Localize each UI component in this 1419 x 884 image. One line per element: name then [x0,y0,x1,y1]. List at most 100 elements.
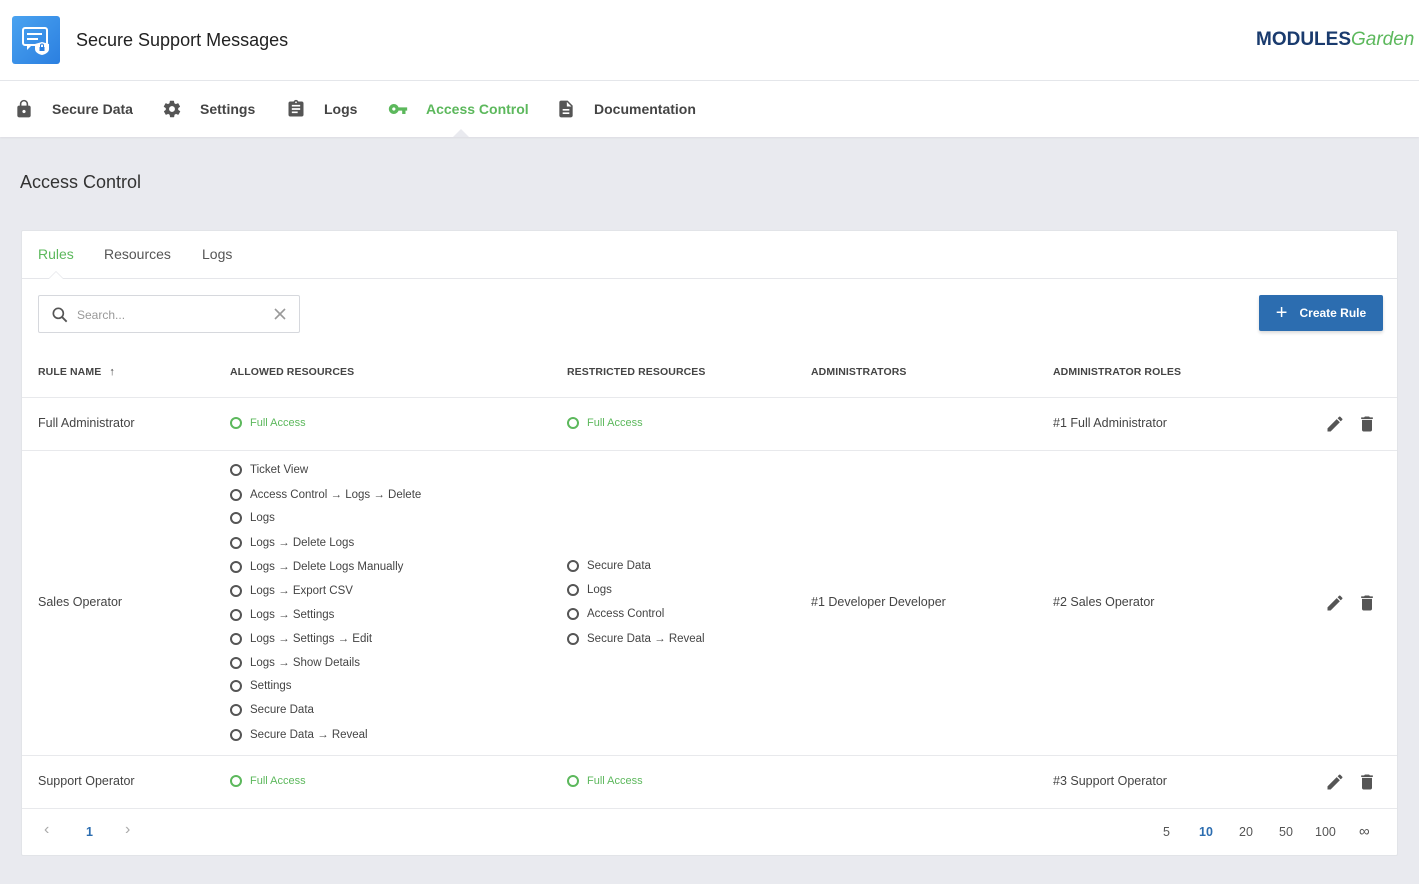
rule-name: Support Operator [38,774,135,788]
administrator-role: #2 Sales Operator [1053,595,1155,609]
page-size-option[interactable]: ∞ [1359,823,1370,840]
allowed-resource: Logs → Settings [230,609,334,621]
nav-label: Secure Data [52,101,133,117]
resource-status-icon [230,464,242,476]
resource-label: Full Access [587,775,643,787]
pencil-icon [1327,416,1343,432]
allowed-resource: Access Control → Logs → Delete [230,489,421,501]
main-nav: Secure Data Settings Logs Access Control… [0,81,1419,137]
administrator-role: #3 Support Operator [1053,774,1167,788]
clear-search-icon[interactable] [273,307,287,321]
allowed-resource: Logs → Export CSV [230,585,353,597]
lock-icon [17,99,31,118]
restricted-resource: Full Access [567,775,643,787]
plus-icon: + [1275,302,1288,324]
document-icon [559,100,573,118]
allowed-resource: Secure Data → Reveal [230,729,368,741]
edit-rule-button[interactable] [1325,772,1345,792]
resource-label: Full Access [250,775,306,787]
active-tab-indicator [48,271,64,279]
resource-label: Secure Data [250,704,314,716]
allowed-resource: Full Access [230,775,306,787]
allowed-resource: Logs [230,512,275,524]
row-divider [22,808,1397,809]
resource-label: Access Control [587,608,665,620]
restricted-resource: Secure Data [567,560,651,572]
tab-rules[interactable]: Rules [38,246,74,262]
search-box [38,295,300,333]
edit-rule-button[interactable] [1325,593,1345,613]
allowed-resource: Ticket View [230,464,308,476]
resource-status-icon [230,561,242,573]
resource-status-icon [567,560,579,572]
page-size-option[interactable]: 100 [1315,825,1336,839]
nav-logs[interactable]: Logs [286,81,357,137]
resource-label: Full Access [250,417,306,429]
search-icon [52,307,68,323]
resource-label: Secure Data → Reveal [587,633,705,645]
administrator: #1 Developer Developer [811,595,946,609]
prev-page-icon[interactable]: ‹ [44,821,49,839]
tab-resources[interactable]: Resources [104,246,171,262]
logo-part-garden: Garden [1351,29,1415,50]
allowed-resource: Full Access [230,417,306,429]
header-rule-name[interactable]: RULE NAME ↑ [38,366,115,378]
tab-logs[interactable]: Logs [202,246,232,262]
allowed-resource: Settings [230,680,292,692]
resource-label: Logs → Settings [250,609,335,621]
delete-rule-button[interactable] [1357,593,1377,613]
resource-status-icon [567,633,579,645]
page-size-option[interactable]: 50 [1279,825,1293,839]
top-bar: Secure Support Messages MODULESGarden [0,0,1419,81]
header-allowed-resources: ALLOWED RESOURCES [230,366,355,378]
page-number[interactable]: 1 [86,825,93,839]
resource-label: Logs [587,584,612,596]
restricted-resource: Logs [567,584,612,596]
trash-icon [1361,595,1373,611]
sort-arrow-icon: ↑ [109,366,115,378]
allowed-resource: Logs → Delete Logs [230,537,354,549]
resource-status-icon [230,729,242,741]
resource-label: Ticket View [250,464,309,476]
resource-status-icon [567,775,579,787]
trash-icon [1361,774,1373,790]
nav-settings[interactable]: Settings [162,81,255,137]
nav-label: Access Control [426,101,529,117]
resource-status-icon [567,608,579,620]
pencil-icon [1327,774,1343,790]
resource-label: Logs → Delete Logs [250,537,355,549]
page-size-option[interactable]: 10 [1199,825,1213,839]
delete-rule-button[interactable] [1357,414,1377,434]
header-restricted-resources: RESTRICTED RESOURCES [567,366,706,378]
resource-status-icon [230,609,242,621]
resource-label: Logs → Export CSV [250,585,353,597]
resource-label: Secure Data → Reveal [250,729,368,741]
nav-secure-data[interactable]: Secure Data [14,81,133,137]
tab-bar: Rules Resources Logs [22,231,1397,279]
nav-label: Documentation [594,101,696,117]
next-page-icon[interactable]: › [125,821,130,839]
allowed-resource: Logs → Settings → Edit [230,633,372,645]
rule-name: Full Administrator [38,416,135,430]
page-size-option[interactable]: 5 [1163,825,1170,839]
resource-status-icon [230,585,242,597]
resource-label: Full Access [587,417,643,429]
nav-documentation[interactable]: Documentation [556,81,696,137]
resource-status-icon [230,537,242,549]
row-divider [22,755,1397,756]
page-size-option[interactable]: 20 [1239,825,1253,839]
delete-rule-button[interactable] [1357,772,1377,792]
resource-status-icon [567,584,579,596]
restricted-resource: Secure Data → Reveal [567,633,705,645]
create-rule-button[interactable]: + Create Rule [1259,295,1383,331]
resource-status-icon [230,633,242,645]
secure-message-icon [12,16,60,64]
search-input[interactable] [77,305,267,325]
trash-icon [1361,416,1373,432]
create-rule-label: Create Rule [1299,306,1367,320]
gear-icon [163,100,181,118]
app-title: Secure Support Messages [76,30,289,50]
resource-status-icon [230,704,242,716]
resource-label: Secure Data [587,560,651,572]
edit-rule-button[interactable] [1325,414,1345,434]
